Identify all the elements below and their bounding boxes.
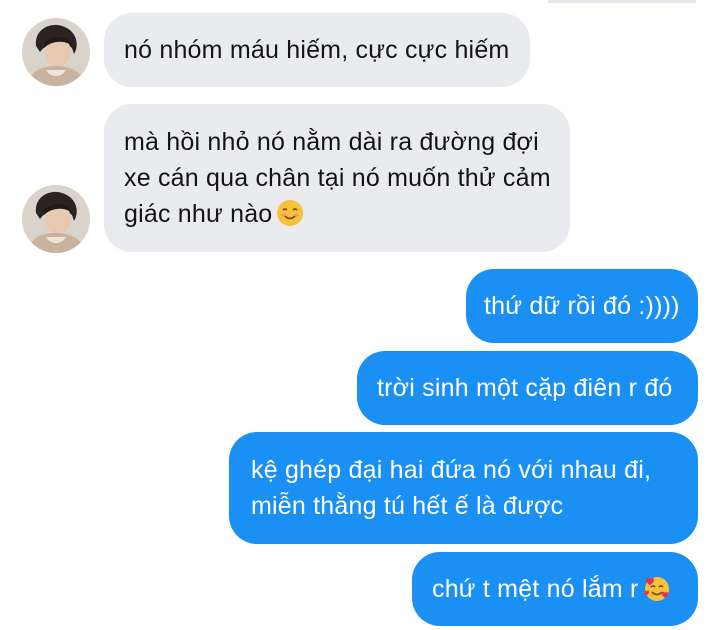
message-bubble-incoming[interactable]: mà hồi nhỏ nó nằm dài ra đường đợi xe cá…: [104, 104, 570, 252]
top-divider: [548, 0, 696, 3]
message-bubble-outgoing[interactable]: trời sinh một cặp điên r đó: [357, 351, 698, 425]
message-text: trời sinh một cặp điên r đó: [377, 374, 673, 402]
smiling-face-icon: [277, 200, 304, 226]
message-bubble-incoming[interactable]: nó nhóm máu hiếm, cực cực hiếm: [104, 13, 530, 87]
message-text-line: miễn thằng tú hết ế là được: [251, 492, 564, 520]
message-bubble-outgoing[interactable]: kệ ghép đại hai đứa nó với nhau đi, miễn…: [229, 432, 698, 544]
smiling-face-with-hearts-icon: [643, 577, 669, 601]
message-text: thứ dữ rồi đó :)))): [484, 292, 680, 320]
avatar-image: [22, 185, 90, 253]
message-text-line: giác như nào: [124, 196, 550, 232]
message-text-line: mà hồi nhỏ nó nằm dài ra đường đợi: [124, 128, 539, 156]
message-text-line: chứ t mệt nó lắm r: [432, 571, 678, 607]
avatar-image: [22, 18, 90, 86]
avatar[interactable]: [22, 18, 90, 86]
message-text: nó nhóm máu hiếm, cực cực hiếm: [124, 36, 510, 64]
avatar[interactable]: [22, 185, 90, 253]
message-bubble-outgoing[interactable]: thứ dữ rồi đó :)))): [466, 269, 698, 343]
message-text-line: kệ ghép đại hai đứa nó với nhau đi,: [251, 456, 652, 484]
message-text-line: xe cán qua chân tại nó muốn thử cảm: [124, 164, 551, 192]
message-bubble-outgoing[interactable]: chứ t mệt nó lắm r: [412, 552, 698, 626]
